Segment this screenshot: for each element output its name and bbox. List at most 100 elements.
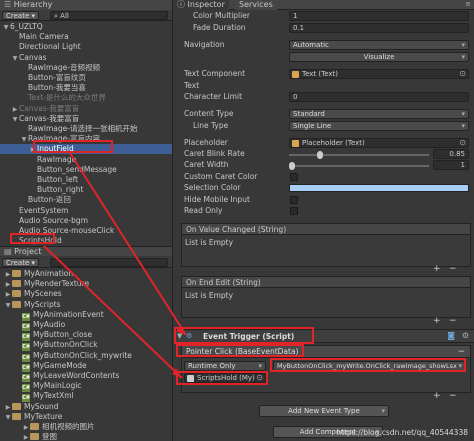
placeholder-field[interactable]: Placeholder (Text) <box>289 138 469 148</box>
collapse-arrow-icon[interactable]: ▼ <box>177 332 182 340</box>
scriptshold-object-field[interactable]: ScriptsHold (My) <box>184 373 266 383</box>
hierarchy-item-label: Audio Source-bgm <box>19 215 88 225</box>
hierarchy-tab[interactable]: ☰ Hierarchy <box>0 0 172 10</box>
project-item[interactable]: ▼ MyTexture <box>0 412 172 422</box>
hierarchy-item[interactable]: ▶ InputField <box>0 144 172 155</box>
project-item[interactable]: C# MyAudio <box>0 320 172 331</box>
hierarchy-item[interactable]: RawImage-请选择一张相机开始 <box>0 124 172 134</box>
hierarchy-item-label: Audio Source-mouseClick <box>19 226 115 235</box>
character-limit-field[interactable]: 0 <box>289 92 469 102</box>
add-new-event-type-button[interactable]: Add New Event Type <box>259 405 389 417</box>
project-item[interactable]: ▶ MyAnimation <box>0 269 172 279</box>
navigation-dropdown[interactable]: Automatic <box>289 40 469 50</box>
project-item[interactable]: C# MyButtonOnClick <box>0 340 172 352</box>
hierarchy-item[interactable]: ▶ Canvas-我要富盲 <box>0 104 172 114</box>
line-type-dropdown[interactable]: Single Line <box>289 121 469 131</box>
hierarchy-item[interactable]: ▼ Canvas <box>0 53 172 63</box>
hierarchy-item[interactable]: Button_right <box>0 185 172 195</box>
hierarchy-item[interactable]: EventSystem <box>0 206 172 216</box>
project-item[interactable]: ▶ MyRenderTexture <box>0 279 172 289</box>
hierarchy-item[interactable]: Button-返回 <box>0 195 172 205</box>
folder-arrow-icon[interactable]: ▶ <box>22 433 30 441</box>
hierarchy-item[interactable]: Audio Source-bgm <box>0 216 172 226</box>
read-only-checkbox[interactable] <box>290 207 298 215</box>
listener-add-icon[interactable]: + <box>433 391 441 401</box>
caret-width-field[interactable]: 1 <box>433 160 469 170</box>
hierarchy-item[interactable]: Directional Light <box>0 42 172 52</box>
project-item[interactable]: ▶ MyScenes <box>0 289 172 299</box>
hierarchy-item[interactable]: ▼ Canvas-我要富盲 <box>0 114 172 124</box>
tab-services[interactable]: Services <box>235 0 277 10</box>
navigation-label: Navigation <box>184 40 225 49</box>
event-trigger-header[interactable]: ▼ ⚙ Event Trigger (Script) ◙ ⚙ <box>173 329 474 343</box>
on-value-changed-add-icon[interactable]: + <box>433 264 441 274</box>
hierarchy-item-label: Text-是什么的大众世界 <box>28 93 106 103</box>
hierarchy-item[interactable]: ▼ 6_UZLTQ <box>0 22 172 32</box>
hierarchy-item[interactable]: Audio Source-mouseClick <box>0 226 172 236</box>
hierarchy-item[interactable]: Button-富盲纹页 <box>0 73 172 83</box>
on-value-changed-remove-icon[interactable]: − <box>449 264 457 274</box>
hierarchy-item[interactable]: ScriptsHold <box>0 236 172 246</box>
settings-gear-icon[interactable]: ⚙ <box>462 331 469 340</box>
line-type-label: Line Type <box>193 121 229 130</box>
content-type-dropdown[interactable]: Standard <box>289 109 469 119</box>
pointer-click-remove-icon[interactable]: − <box>457 346 465 358</box>
tab-services-label: Services <box>239 0 273 9</box>
hierarchy-item[interactable]: Button-我要当喜 <box>0 83 172 93</box>
on-end-edit-remove-icon[interactable]: − <box>449 316 457 326</box>
hierarchy-tab-label: Hierarchy <box>13 0 53 9</box>
project-item[interactable]: ▼ MyScripts <box>0 300 172 310</box>
project-item-label: MyRenderTexture <box>24 279 90 289</box>
caret-width-slider-thumb[interactable] <box>289 162 295 170</box>
text-component-label: Text Component <box>184 69 246 78</box>
project-item[interactable]: C# MyLeaveWordContents <box>0 371 172 382</box>
project-item[interactable]: ▶ 登图 <box>0 432 172 441</box>
hierarchy-item-label: Canvas <box>19 52 47 62</box>
listener-remove-icon[interactable]: − <box>449 391 457 401</box>
text-component-field[interactable]: Text (Text) <box>289 69 469 79</box>
project-tab[interactable]: ▤ Project <box>0 246 172 256</box>
runtime-dropdown[interactable]: Runtime Only <box>184 361 266 371</box>
tab-inspector-label: Inspector <box>187 0 225 9</box>
project-item[interactable]: C# MyTextXml <box>0 391 172 403</box>
hierarchy-item[interactable]: RawImage-音频视频 <box>0 63 172 73</box>
project-item-label: MyAudio <box>33 320 66 329</box>
project-item[interactable]: C# MyAnimationEvent <box>0 310 172 321</box>
caret-blink-rate-label: Caret Blink Rate <box>184 149 245 158</box>
project-item[interactable]: ▶ 相机视频的图片 <box>0 422 172 432</box>
hierarchy-item[interactable]: Text-是什么的大众世界 <box>0 93 172 103</box>
caret-blink-slider-track[interactable] <box>289 154 429 156</box>
caret-width-slider-track[interactable] <box>289 165 429 167</box>
project-create-button[interactable]: Create ▾ <box>2 258 40 267</box>
hierarchy-item[interactable]: RawImage <box>0 155 172 165</box>
hierarchy-create-button[interactable]: Create ▾ <box>2 11 40 20</box>
project-item[interactable]: ▶ MySound <box>0 402 172 412</box>
color-multiplier-field[interactable]: 1 <box>289 11 469 21</box>
caret-blink-slider-thumb[interactable] <box>317 151 324 159</box>
project-item[interactable]: C# MyButton_close <box>0 330 172 342</box>
project-item[interactable]: C# MyGameMode <box>0 361 172 372</box>
on-end-edit-add-icon[interactable]: + <box>433 316 441 326</box>
hierarchy-item[interactable]: Button_left <box>0 175 172 185</box>
project-item[interactable]: C# MyMainLogic <box>0 381 172 393</box>
selection-color-swatch[interactable] <box>289 184 469 192</box>
visualize-button[interactable]: Visualize <box>289 52 469 62</box>
hierarchy-item[interactable]: Button_sendMessage <box>0 165 172 175</box>
tab-inspector[interactable]: ⓘ Inspector <box>173 0 229 10</box>
help-icon[interactable]: ◙ <box>447 331 455 340</box>
project-item-label: MyScenes <box>24 289 62 299</box>
caret-blink-rate-field[interactable]: 0.85 <box>433 149 469 159</box>
script-icon: ⚙ <box>186 332 193 340</box>
hide-mobile-input-checkbox[interactable] <box>290 196 298 204</box>
hierarchy-search-input[interactable]: ⌕ All <box>50 11 168 20</box>
custom-caret-color-checkbox[interactable] <box>290 173 298 181</box>
project-item[interactable]: C# MyButtonOnClick_mywrite <box>0 351 172 362</box>
text-component-value: Text (Text) <box>302 70 339 78</box>
hierarchy-item-label: EventSystem <box>19 205 69 215</box>
panel-menu-icon[interactable]: ≡ <box>465 0 471 8</box>
hierarchy-item[interactable]: ▼ RawImage-富盲内容 <box>0 134 172 144</box>
function-dropdown[interactable]: MyButtonOnClick_myWrite.OnClick_rawImage… <box>273 361 466 371</box>
fade-duration-field[interactable]: 0.1 <box>289 23 469 33</box>
project-search-input[interactable] <box>50 258 168 267</box>
hierarchy-item[interactable]: Main Camera <box>0 32 172 42</box>
